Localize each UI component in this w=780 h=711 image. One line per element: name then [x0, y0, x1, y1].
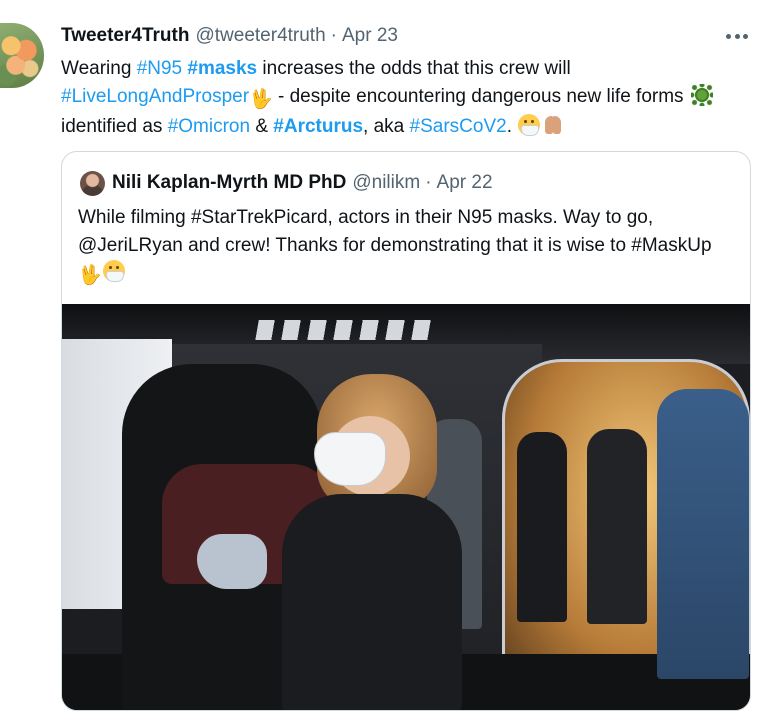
- tweet-text: Wearing #N95 #masks increases the odds t…: [61, 55, 751, 141]
- quoted-header: Nili Kaplan-Myrth MD PhD @nilikm · Apr 2…: [112, 172, 493, 194]
- author-handle[interactable]: @tweeter4truth: [195, 25, 325, 47]
- separator-dot: ·: [330, 25, 337, 46]
- hashtag-masks[interactable]: #masks: [187, 58, 257, 79]
- photo-n95-mask: [314, 432, 386, 486]
- photo-crew-2: [587, 429, 647, 624]
- text-segment: Wearing: [61, 58, 137, 79]
- tweet-date[interactable]: Apr 23: [342, 25, 398, 47]
- tweet-photo[interactable]: [62, 304, 750, 710]
- text-segment: increases the odds that this crew will: [257, 58, 571, 79]
- quoted-author-name[interactable]: Nili Kaplan-Myrth MD PhD: [112, 172, 346, 194]
- text-segment: , aka: [363, 116, 410, 137]
- photo-actress-body: [282, 494, 462, 710]
- hashtag-n95[interactable]: #N95: [137, 58, 182, 79]
- hashtag-sarscov2[interactable]: #SarsCoV2: [410, 116, 507, 137]
- text-segment: identified as: [61, 116, 168, 137]
- photo-ceiling-lights: [255, 320, 434, 340]
- tweet-header: Tweeter4Truth @tweeter4truth · Apr 23: [61, 25, 398, 47]
- quoted-tweet[interactable]: Nili Kaplan-Myrth MD PhD @nilikm · Apr 2…: [61, 151, 751, 711]
- text-segment: &: [250, 116, 274, 137]
- mask-face-icon: [102, 260, 125, 282]
- separator-dot: ·: [425, 172, 432, 193]
- photo-crew-1: [517, 432, 567, 622]
- vulcan-salute-icon: 🖖: [249, 88, 273, 110]
- hashtag-livelongandprosper[interactable]: #LiveLongAndProsper: [61, 86, 249, 107]
- vulcan-salute-icon: 🖖: [78, 265, 102, 286]
- more-icon[interactable]: [726, 34, 748, 40]
- quoted-text-body: While filming #StarTrekPicard, actors in…: [78, 207, 712, 256]
- hashtag-omicron[interactable]: #Omicron: [168, 116, 250, 137]
- author-avatar[interactable]: [0, 23, 44, 88]
- quoted-text: While filming #StarTrekPicard, actors in…: [78, 204, 738, 290]
- mask-face-icon: [518, 114, 541, 136]
- author-name[interactable]: Tweeter4Truth: [61, 25, 189, 47]
- text-segment: - despite encountering dangerous new lif…: [272, 85, 689, 107]
- quoted-author-avatar[interactable]: [80, 171, 105, 196]
- hashtag-arcturus[interactable]: #Arcturus: [273, 116, 363, 137]
- quoted-date[interactable]: Apr 22: [437, 172, 493, 194]
- photo-crew-3: [657, 389, 749, 679]
- photo-hand: [197, 534, 267, 589]
- folded-hands-icon: [541, 114, 565, 136]
- microbe-icon: [690, 83, 713, 106]
- quoted-author-handle[interactable]: @nilikm: [352, 172, 420, 194]
- tweet[interactable]: Tweeter4Truth @tweeter4truth · Apr 23 We…: [0, 0, 780, 711]
- text-segment: .: [506, 116, 518, 137]
